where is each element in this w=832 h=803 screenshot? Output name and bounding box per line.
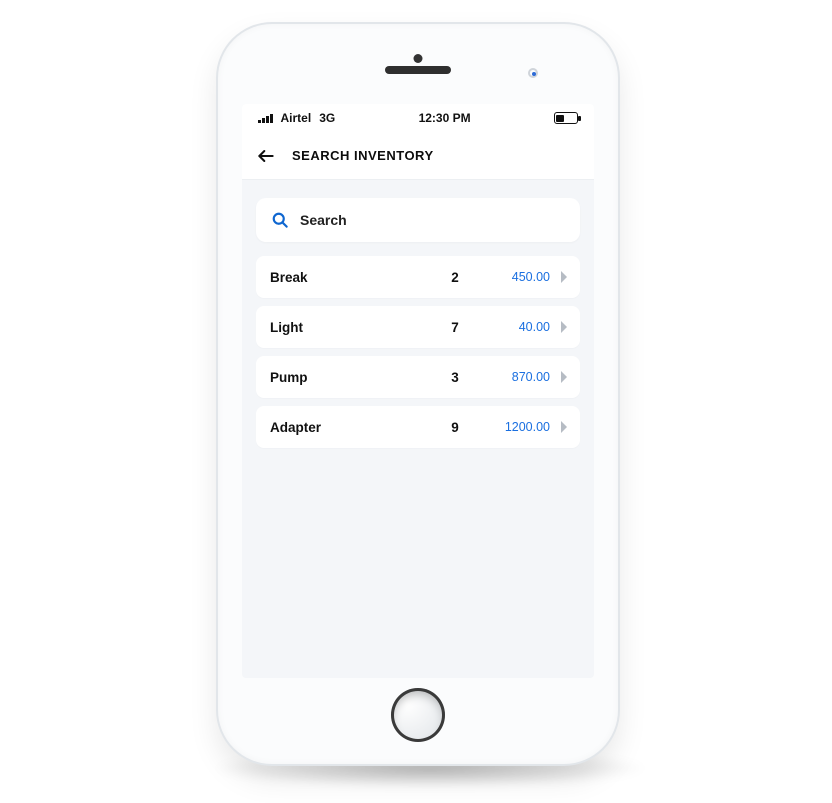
proximity-sensor [528,68,538,78]
item-name: Break [270,270,430,285]
inventory-list: Break2450.00 Light740.00 Pump3870.00 Adapte… [256,256,580,448]
statusbar-left: Airtel 3G [258,111,335,125]
back-button[interactable] [256,146,276,166]
chevron-right-icon [550,321,568,333]
signal-icon [258,113,273,123]
page-title: SEARCH INVENTORY [292,148,434,163]
content-area: Search Break2450.00 Light740.00 Pump3870.0… [242,180,594,678]
network-label: 3G [319,111,335,125]
clock: 12:30 PM [419,111,471,125]
inventory-row[interactable]: Break2450.00 [256,256,580,298]
item-name: Pump [270,370,430,385]
search-placeholder: Search [300,212,347,228]
item-qty: 3 [430,370,480,385]
search-input[interactable]: Search [256,198,580,242]
item-qty: 9 [430,420,480,435]
battery-icon [554,112,578,124]
item-name: Adapter [270,420,430,435]
item-price: 450.00 [480,270,550,284]
inventory-row[interactable]: Pump3870.00 [256,356,580,398]
home-button[interactable] [391,688,445,742]
speaker-grill [385,66,451,74]
camera-dot [414,54,423,63]
chevron-right-icon [550,421,568,433]
inventory-row[interactable]: Light740.00 [256,306,580,348]
screen: Airtel 3G 12:30 PM SEARCH INVENTORY [242,104,594,678]
phone-frame: Airtel 3G 12:30 PM SEARCH INVENTORY [218,24,618,764]
item-price: 870.00 [480,370,550,384]
search-icon [270,210,290,230]
carrier-label: Airtel [281,111,312,125]
item-price: 1200.00 [480,420,550,434]
chevron-right-icon [550,271,568,283]
chevron-right-icon [550,371,568,383]
statusbar: Airtel 3G 12:30 PM [242,104,594,132]
item-price: 40.00 [480,320,550,334]
appbar: SEARCH INVENTORY [242,132,594,180]
arrow-left-icon [256,146,276,166]
item-qty: 2 [430,270,480,285]
item-name: Light [270,320,430,335]
item-qty: 7 [430,320,480,335]
inventory-row[interactable]: Adapter91200.00 [256,406,580,448]
